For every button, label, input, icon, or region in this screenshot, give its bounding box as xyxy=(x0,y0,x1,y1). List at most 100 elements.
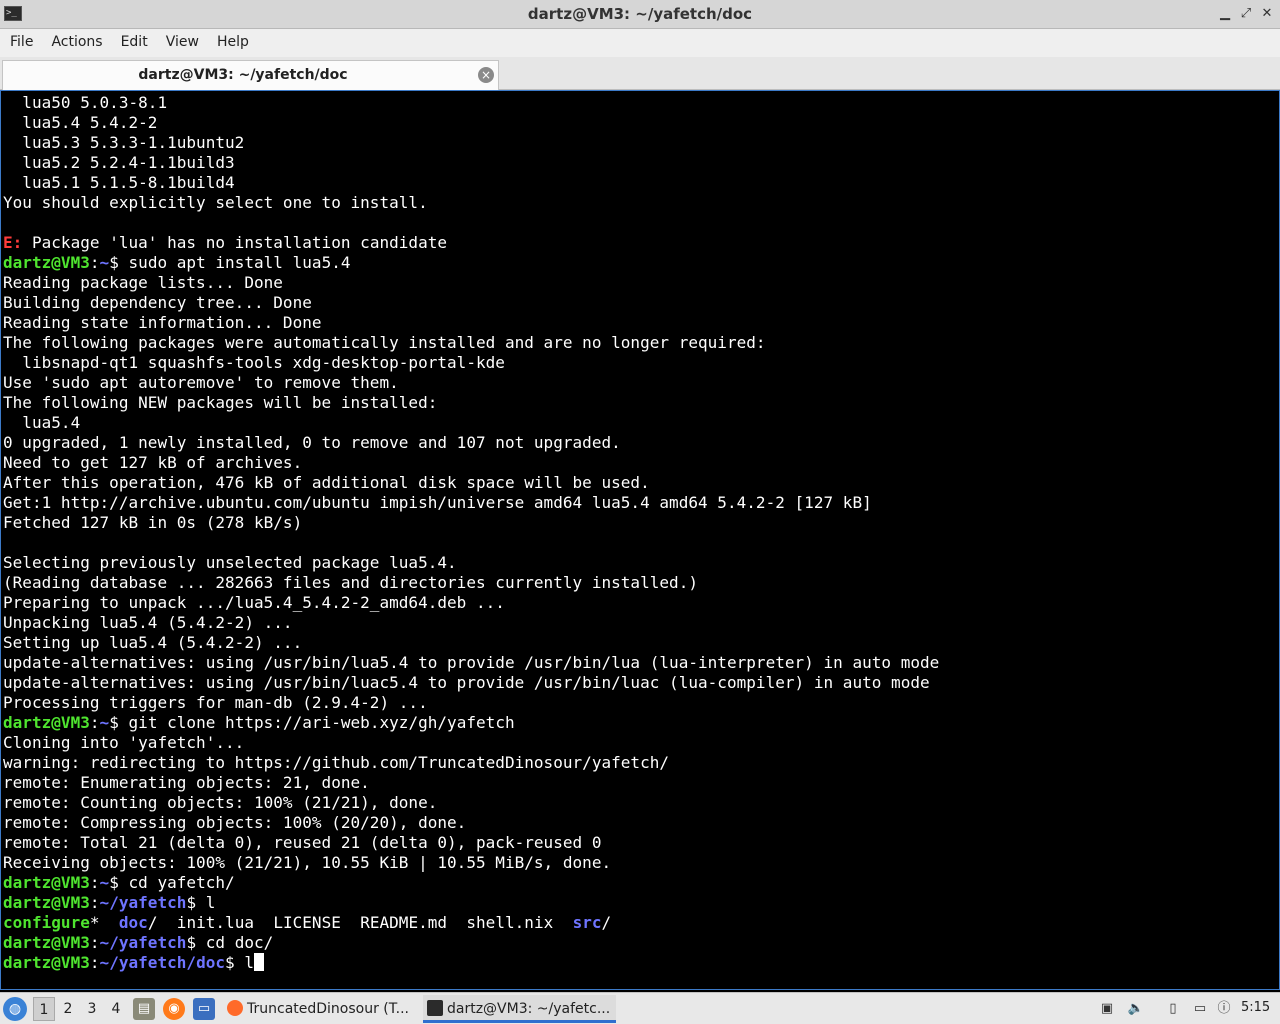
terminal-line: Unpacking lua5.4 (5.4.2-2) ... xyxy=(3,613,939,633)
terminal-line: Selecting previously unselected package … xyxy=(3,553,939,573)
terminal-user-text: dartz@VM3 xyxy=(3,953,90,972)
minimize-button[interactable]: ▁ xyxy=(1216,5,1234,23)
terminal-output[interactable]: lua50 5.0.3-8.1 lua5.4 5.4.2-2 lua5.3 5.… xyxy=(0,90,1280,990)
maximize-button[interactable]: ⤢ xyxy=(1237,5,1255,23)
terminal-icon xyxy=(427,1000,443,1016)
workspace-3[interactable]: 3 xyxy=(81,997,103,1021)
menu-file[interactable]: File xyxy=(0,29,42,57)
terminal-text: / init.lua LICENSE README.md shell.nix xyxy=(147,913,573,932)
terminal-text: $ sudo apt install lua5.4 xyxy=(109,253,351,272)
terminal-line: warning: redirecting to https://github.c… xyxy=(3,753,939,773)
terminal-line: update-alternatives: using /usr/bin/lua5… xyxy=(3,653,939,673)
terminal-text: Get:1 http://archive.ubuntu.com/ubuntu i… xyxy=(3,493,872,512)
terminal-text: $ l xyxy=(225,953,255,972)
terminal-text: lua5.1 5.1.5-8.1build4 xyxy=(3,173,235,192)
terminal-line: Need to get 127 kB of archives. xyxy=(3,453,939,473)
terminal-text: * xyxy=(89,913,119,932)
terminal-text: lua5.2 5.2.4-1.1build3 xyxy=(3,153,235,172)
terminal-line: Reading package lists... Done xyxy=(3,273,939,293)
terminal-line: The following packages were automaticall… xyxy=(3,333,939,353)
terminal-user-text: dartz@VM3 xyxy=(3,713,90,732)
terminal-text: / xyxy=(601,913,612,932)
terminal-text: $ cd yafetch/ xyxy=(109,873,235,892)
terminal-text: Fetched 127 kB in 0s (278 kB/s) xyxy=(3,513,303,532)
terminal-text: 0 upgraded, 1 newly installed, 0 to remo… xyxy=(3,433,621,452)
file-manager-icon[interactable]: ▤ xyxy=(133,998,155,1020)
show-desktop-icon[interactable]: ▭ xyxy=(193,998,215,1020)
terminal-text: Cloning into 'yafetch'... xyxy=(3,733,245,752)
terminal-text: : xyxy=(89,253,100,272)
terminal-line: remote: Counting objects: 100% (21/21), … xyxy=(3,793,939,813)
terminal-text: remote: Counting objects: 100% (21/21), … xyxy=(3,793,438,812)
workspace-1[interactable]: 1 xyxy=(33,997,55,1021)
firefox-icon xyxy=(227,1000,243,1016)
clipboard-tray-icon[interactable]: ▣ xyxy=(1097,999,1117,1019)
terminal-text: The following NEW packages will be insta… xyxy=(3,393,438,412)
tab-bar: dartz@VM3: ~/yafetch/doc × xyxy=(0,57,1280,90)
workspace-2[interactable]: 2 xyxy=(57,997,79,1021)
terminal-text: : xyxy=(89,893,100,912)
firefox-launcher-icon[interactable]: ◉ xyxy=(163,998,185,1020)
terminal-line: Fetched 127 kB in 0s (278 kB/s) xyxy=(3,513,939,533)
terminal-user-text: dartz@VM3 xyxy=(3,893,90,912)
terminal-line: Preparing to unpack .../lua5.4_5.4.2-2_a… xyxy=(3,593,939,613)
terminal-line: update-alternatives: using /usr/bin/luac… xyxy=(3,673,939,693)
terminal-text: $ l xyxy=(186,893,216,912)
terminal-user-text: dartz@VM3 xyxy=(3,253,90,272)
menu-edit[interactable]: Edit xyxy=(112,29,157,57)
terminal-lines: lua50 5.0.3-8.1 lua5.4 5.4.2-2 lua5.3 5.… xyxy=(3,93,939,973)
menu-help[interactable]: Help xyxy=(208,29,258,57)
terminal-line: Get:1 http://archive.ubuntu.com/ubuntu i… xyxy=(3,493,939,513)
terminal-line: Setting up lua5.4 (5.4.2-2) ... xyxy=(3,633,939,653)
terminal-line: lua5.3 5.3.3-1.1ubuntu2 xyxy=(3,133,939,153)
terminal-line: dartz@VM3:~/yafetch/doc$ l xyxy=(3,953,939,973)
terminal-text: You should explicitly select one to inst… xyxy=(3,193,428,212)
task-firefox-label: TruncatedDinosour (T... xyxy=(247,1001,410,1017)
terminal-line: dartz@VM3:~$ git clone https://ari-web.x… xyxy=(3,713,939,733)
terminal-line: dartz@VM3:~$ sudo apt install lua5.4 xyxy=(3,253,939,273)
terminal-text: Receiving objects: 100% (21/21), 10.55 K… xyxy=(3,853,612,872)
task-firefox[interactable]: TruncatedDinosour (T... xyxy=(223,995,419,1023)
terminal-text: Processing triggers for man-db (2.9.4-2)… xyxy=(3,693,428,712)
terminal-text: Package 'lua' has no installation candid… xyxy=(22,233,448,252)
notes-tray-icon[interactable]: ▯ xyxy=(1163,999,1183,1019)
terminal-line: dartz@VM3:~/yafetch$ cd doc/ xyxy=(3,933,939,953)
terminal-line: Receiving objects: 100% (21/21), 10.55 K… xyxy=(3,853,939,873)
terminal-line: Use 'sudo apt autoremove' to remove them… xyxy=(3,373,939,393)
terminal-text: The following packages were automaticall… xyxy=(3,333,766,352)
tab-terminal[interactable]: dartz@VM3: ~/yafetch/doc × xyxy=(2,60,499,90)
menu-actions[interactable]: Actions xyxy=(42,29,111,57)
terminal-line: Cloning into 'yafetch'... xyxy=(3,733,939,753)
terminal-line: (Reading database ... 282663 files and d… xyxy=(3,573,939,593)
tab-close-icon[interactable]: × xyxy=(478,67,494,83)
terminal-text: After this operation, 476 kB of addition… xyxy=(3,473,650,492)
terminal-text: warning: redirecting to https://github.c… xyxy=(3,753,670,772)
menu-bar: File Actions Edit View Help xyxy=(0,29,1280,57)
menu-view[interactable]: View xyxy=(157,29,208,57)
start-menu-icon[interactable]: ◍ xyxy=(3,997,27,1021)
clock[interactable]: 5:15 xyxy=(1241,993,1270,1023)
terminal-line: lua5.4 xyxy=(3,413,939,433)
terminal-line: remote: Compressing objects: 100% (20/20… xyxy=(3,813,939,833)
terminal-dir-text: doc xyxy=(118,913,148,932)
terminal-text: Need to get 127 kB of archives. xyxy=(3,453,303,472)
terminal-text: update-alternatives: using /usr/bin/luac… xyxy=(3,673,930,692)
terminal-text: Selecting previously unselected package … xyxy=(3,553,457,572)
terminal-line: remote: Total 21 (delta 0), reused 21 (d… xyxy=(3,833,939,853)
close-button[interactable]: ✕ xyxy=(1258,5,1276,23)
terminal-path-text: ~/yafetch xyxy=(99,933,187,952)
terminal-path-text: ~ xyxy=(99,873,110,892)
terminal-text: : xyxy=(89,713,100,732)
terminal-line: 0 upgraded, 1 newly installed, 0 to remo… xyxy=(3,433,939,453)
update-notifier-icon[interactable]: ⓘ xyxy=(1214,999,1234,1019)
terminal-line: remote: Enumerating objects: 21, done. xyxy=(3,773,939,793)
volume-icon[interactable]: 🔈 xyxy=(1126,999,1146,1019)
terminal-text: Reading package lists... Done xyxy=(3,273,283,292)
terminal-path-text: ~ xyxy=(99,713,110,732)
terminal-path-text: ~/yafetch xyxy=(99,893,187,912)
workspace-4[interactable]: 4 xyxy=(105,997,127,1021)
display-tray-icon[interactable]: ▭ xyxy=(1190,999,1210,1019)
task-terminal[interactable]: dartz@VM3: ~/yafetc... xyxy=(423,995,616,1023)
